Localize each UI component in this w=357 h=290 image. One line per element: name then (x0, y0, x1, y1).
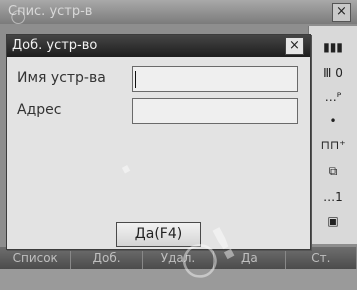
laser-pointer-icon: ⊓⊓⁺ (320, 138, 346, 152)
input-mode-icon: ⧉ (328, 164, 338, 178)
softkey-list[interactable]: Список (0, 247, 72, 269)
battery-icon: ▮▮▮ (323, 40, 343, 54)
tilt-indicator-icon: • (329, 114, 337, 128)
ok-f4-button[interactable]: Да(F4) (116, 222, 201, 247)
softkey-more[interactable]: Ст. (286, 247, 357, 269)
prism-constant-icon: …ᴾ (324, 90, 342, 104)
target-mode-icon: Ⅲ 0 (323, 66, 343, 80)
dialog-close-icon[interactable]: × (285, 37, 304, 55)
text-caret (135, 71, 136, 88)
address-label: Адрес (17, 102, 62, 118)
device-list-title: Спис. устр-в (0, 0, 357, 24)
device-name-label: Имя устр-ва (17, 70, 106, 86)
device-list-close-icon[interactable]: × (332, 3, 351, 22)
softkey-add[interactable]: Доб. (71, 247, 143, 269)
softkey-ok[interactable]: Да (214, 247, 286, 269)
add-device-title: Доб. устр-во (7, 35, 310, 57)
softkey-bar: Список Доб. Удал. Да Ст. (0, 247, 357, 269)
keyboard-icon: ▣ (327, 214, 339, 228)
address-input[interactable] (132, 98, 298, 124)
status-icon-panel: ▮▮▮ Ⅲ 0 …ᴾ • ⊓⊓⁺ ⧉ …1 ▣ (308, 26, 357, 244)
device-name-input[interactable] (132, 66, 298, 92)
softkey-delete[interactable]: Удал. (143, 247, 215, 269)
page-number-icon: …1 (323, 190, 343, 204)
add-device-dialog: Доб. устр-во × Имя устр-ва Адрес Да(F4) (6, 34, 311, 250)
